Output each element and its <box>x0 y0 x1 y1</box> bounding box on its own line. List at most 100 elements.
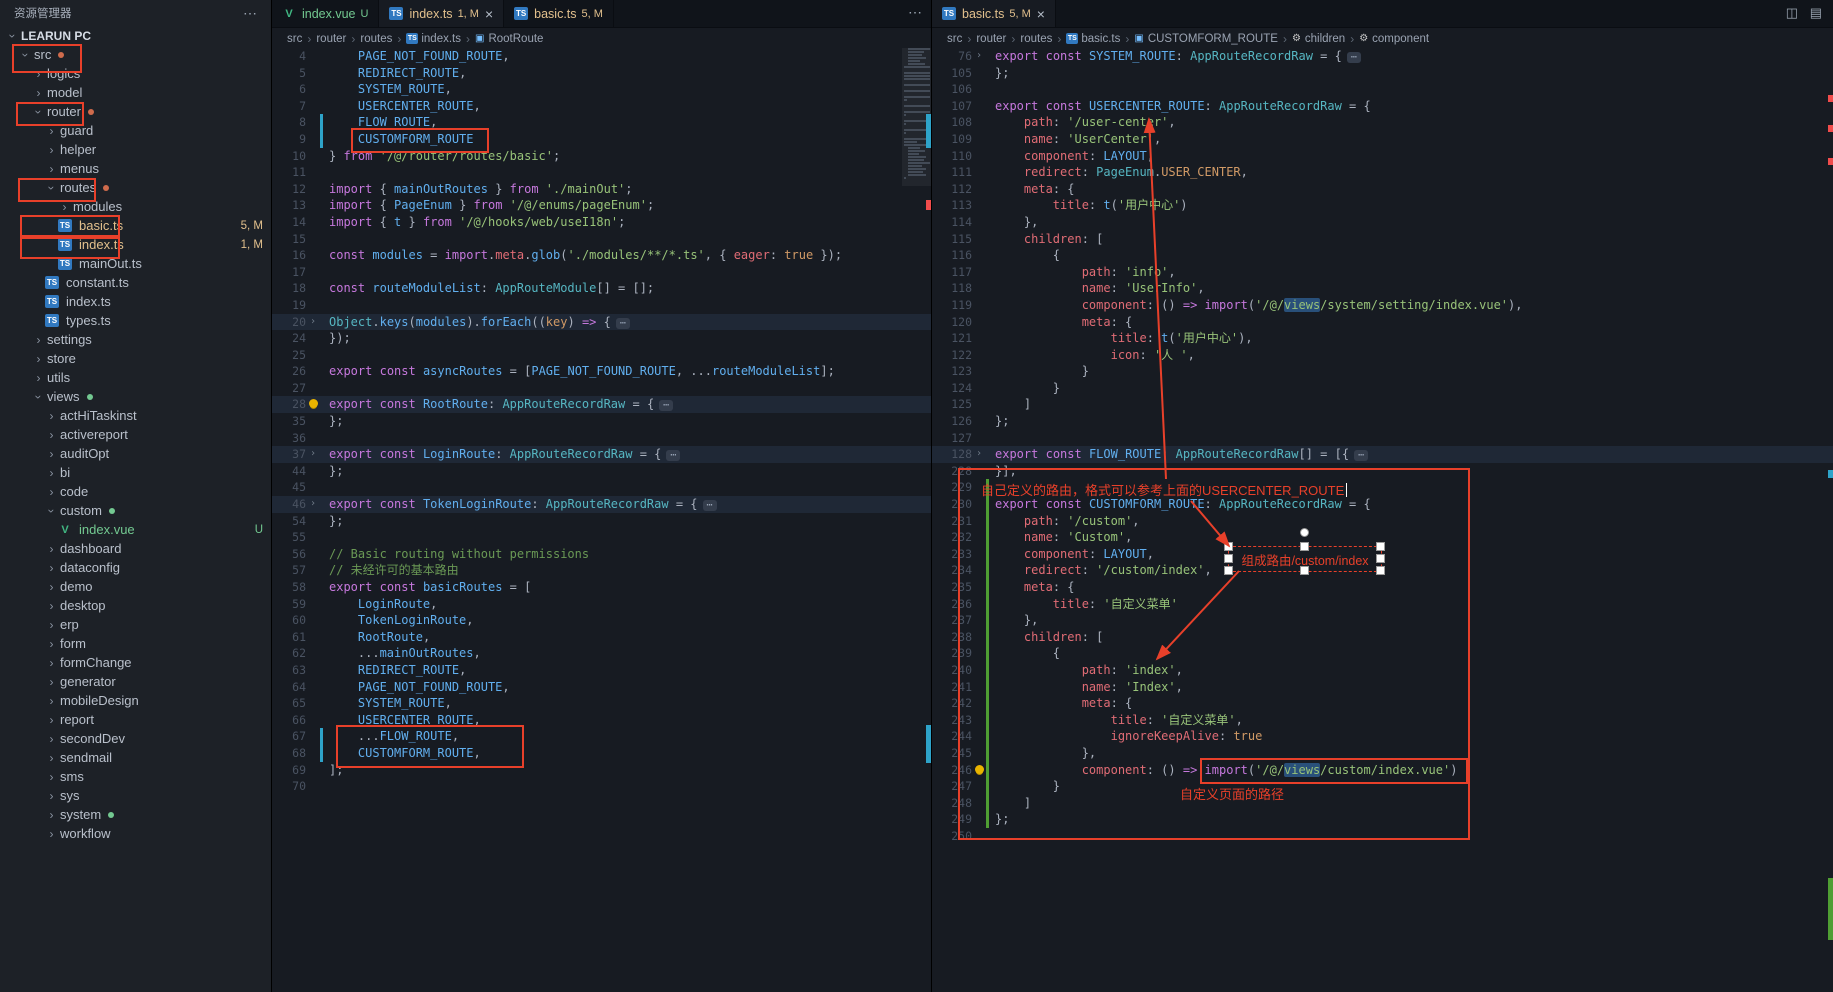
tree-item-sys[interactable]: ›sys <box>0 786 271 805</box>
code-line[interactable]: 240 path: 'index', <box>932 662 1833 679</box>
fold-chevron-icon[interactable]: › <box>972 48 986 65</box>
tree-item-workflow[interactable]: ›workflow <box>0 824 271 843</box>
code-line[interactable]: 234 redirect: '/custom/index', <box>932 562 1833 579</box>
tree-item-demo[interactable]: ›demo <box>0 577 271 596</box>
tree-item-settings[interactable]: ›settings <box>0 330 271 349</box>
tree-item-mobileDesign[interactable]: ›mobileDesign <box>0 691 271 710</box>
tree-item-dashboard[interactable]: ›dashboard <box>0 539 271 558</box>
code-line[interactable]: 4 PAGE_NOT_FOUND_ROUTE, <box>272 48 932 65</box>
code-line[interactable]: 125 ] <box>932 396 1833 413</box>
tree-item-constant.ts[interactable]: TSconstant.ts <box>0 273 271 292</box>
tree-item-report[interactable]: ›report <box>0 710 271 729</box>
code-line[interactable]: 62 ...mainOutRoutes, <box>272 645 932 662</box>
tree-item-store[interactable]: ›store <box>0 349 271 368</box>
fold-chevron-icon[interactable]: › <box>306 496 320 513</box>
breadcrumb-item-RootRoute[interactable]: RootRoute <box>488 33 543 45</box>
code-line[interactable]: 242 meta: { <box>932 695 1833 712</box>
breadcrumb-item-src[interactable]: src <box>287 33 302 45</box>
code-line[interactable]: 126}; <box>932 413 1833 430</box>
tab-index.vue[interactable]: Vindex.vueU <box>272 0 379 27</box>
tree-item-mainOut.ts[interactable]: TSmainOut.ts <box>0 254 271 273</box>
code-line[interactable]: 244 ignoreKeepAlive: true <box>932 728 1833 745</box>
code-line[interactable]: 237 }, <box>932 612 1833 629</box>
tree-item-formChange[interactable]: ›formChange <box>0 653 271 672</box>
code-line[interactable]: 122 icon: '人 ', <box>932 347 1833 364</box>
code-line[interactable]: 128›export const FLOW_ROUTE: AppRouteRec… <box>932 446 1833 463</box>
code-line[interactable]: 44}; <box>272 463 932 480</box>
code-line[interactable]: 105}; <box>932 65 1833 82</box>
code-line[interactable]: 10} from '/@/router/routes/basic'; <box>272 148 932 165</box>
tab-basic.ts[interactable]: TSbasic.ts5, M× <box>932 0 1056 27</box>
tree-item-index.ts[interactable]: TSindex.ts1, M <box>0 235 271 254</box>
tree-item-utils[interactable]: ›utils <box>0 368 271 387</box>
code-line[interactable]: 76›export const SYSTEM_ROUTE: AppRouteRe… <box>932 48 1833 65</box>
tree-item-menus[interactable]: ›menus <box>0 159 271 178</box>
code-line[interactable]: 61 RootRoute, <box>272 629 932 646</box>
breadcrumb-item-children[interactable]: children <box>1305 33 1345 45</box>
breadcrumb-item-index.ts[interactable]: index.ts <box>421 33 461 45</box>
code-area[interactable]: 4 PAGE_NOT_FOUND_ROUTE,5 REDIRECT_ROUTE,… <box>272 48 932 992</box>
code-line[interactable]: 113 title: t('用户中心') <box>932 197 1833 214</box>
code-line[interactable]: 56// Basic routing without permissions <box>272 546 932 563</box>
code-line[interactable]: 27 <box>272 380 932 397</box>
code-line[interactable]: 11 <box>272 164 932 181</box>
explorer-more-actions-icon[interactable]: ⋯ <box>243 5 257 22</box>
breadcrumb-item-routes[interactable]: routes <box>1020 33 1052 45</box>
code-line[interactable]: 246 component: () => import('/@/views/cu… <box>932 762 1833 779</box>
code-line[interactable]: 63 REDIRECT_ROUTE, <box>272 662 932 679</box>
layout-icon[interactable]: ▤ <box>1810 5 1822 21</box>
code-line[interactable]: 250 <box>932 828 1833 845</box>
tree-item-routes[interactable]: ›routes <box>0 178 271 197</box>
tree-item-basic.ts[interactable]: TSbasic.ts5, M <box>0 216 271 235</box>
code-area[interactable]: 76›export const SYSTEM_ROUTE: AppRouteRe… <box>932 48 1833 992</box>
code-line[interactable]: 35}; <box>272 413 932 430</box>
code-line[interactable]: 12import { mainOutRoutes } from './mainO… <box>272 181 932 198</box>
code-line[interactable]: 238 children: [ <box>932 629 1833 646</box>
code-line[interactable]: 13import { PageEnum } from '/@/enums/pag… <box>272 197 932 214</box>
close-icon[interactable]: × <box>1037 7 1045 21</box>
tree-item-model[interactable]: ›model <box>0 83 271 102</box>
code-line[interactable]: 5 REDIRECT_ROUTE, <box>272 65 932 82</box>
code-line[interactable]: 109 name: 'UserCenter', <box>932 131 1833 148</box>
code-line[interactable]: 7 USERCENTER_ROUTE, <box>272 98 932 115</box>
code-line[interactable]: 232 name: 'Custom', <box>932 529 1833 546</box>
lightbulb-icon[interactable] <box>972 762 986 779</box>
code-line[interactable]: 233 component: LAYOUT, <box>932 546 1833 563</box>
code-line[interactable]: 123 } <box>932 363 1833 380</box>
code-line[interactable]: 117 path: 'info', <box>932 264 1833 281</box>
code-line[interactable]: 18const routeModuleList: AppRouteModule[… <box>272 280 932 297</box>
fold-chevron-icon[interactable]: › <box>972 446 986 463</box>
tree-item-dataconfig[interactable]: ›dataconfig <box>0 558 271 577</box>
tree-item-index.vue[interactable]: Vindex.vueU <box>0 520 271 539</box>
breadcrumb-item-src[interactable]: src <box>947 33 962 45</box>
code-line[interactable]: 235 meta: { <box>932 579 1833 596</box>
tree-item-system[interactable]: ›system <box>0 805 271 824</box>
tree-item-LEARUN-PC[interactable]: ›LEARUN PC <box>0 26 271 45</box>
code-line[interactable]: 57// 未经许可的基本路由 <box>272 562 932 579</box>
code-line[interactable]: 118 name: 'UserInfo', <box>932 280 1833 297</box>
code-line[interactable]: 59 LoginRoute, <box>272 596 932 613</box>
fold-chevron-icon[interactable]: › <box>306 314 320 331</box>
tree-item-bi[interactable]: ›bi <box>0 463 271 482</box>
code-line[interactable]: 14import { t } from '/@/hooks/web/useI18… <box>272 214 932 231</box>
tree-item-types.ts[interactable]: TStypes.ts <box>0 311 271 330</box>
code-line[interactable]: 231 path: '/custom', <box>932 513 1833 530</box>
code-line[interactable]: 247 } <box>932 778 1833 795</box>
tree-item-desktop[interactable]: ›desktop <box>0 596 271 615</box>
code-line[interactable]: 6 SYSTEM_ROUTE, <box>272 81 932 98</box>
tree-item-form[interactable]: ›form <box>0 634 271 653</box>
code-line[interactable]: 58export const basicRoutes = [ <box>272 579 932 596</box>
code-line[interactable]: 28export const RootRoute: AppRouteRecord… <box>272 396 932 413</box>
code-line[interactable]: 24}); <box>272 330 932 347</box>
code-line[interactable]: 114 }, <box>932 214 1833 231</box>
code-line[interactable]: 8 FLOW_ROUTE, <box>272 114 932 131</box>
tree-item-helper[interactable]: ›helper <box>0 140 271 159</box>
tree-item-activereport[interactable]: ›activereport <box>0 425 271 444</box>
tree-item-views[interactable]: ›views <box>0 387 271 406</box>
code-line[interactable]: 17 <box>272 264 932 281</box>
code-line[interactable]: 54}; <box>272 513 932 530</box>
breadcrumb-item-component[interactable]: component <box>1372 33 1429 45</box>
tree-item-custom[interactable]: ›custom <box>0 501 271 520</box>
tab-index.ts[interactable]: TSindex.ts1, M× <box>379 0 504 27</box>
tree-item-src[interactable]: ›src <box>0 45 271 64</box>
